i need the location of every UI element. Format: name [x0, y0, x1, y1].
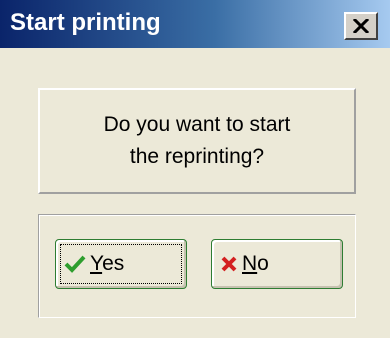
message-line-2: the reprinting? — [129, 145, 265, 168]
button-panel: Yes No — [38, 214, 356, 318]
close-icon — [353, 19, 369, 33]
red-x-icon — [220, 255, 238, 273]
title-bar[interactable]: Start printing — [0, 0, 390, 48]
no-button-label: No — [242, 252, 269, 275]
message-line-1: Do you want to start — [103, 113, 291, 136]
window-title: Start printing — [10, 9, 161, 36]
start-printing-dialog: Start printing Do you want to start the … — [0, 0, 390, 338]
yes-button[interactable]: Yes — [55, 239, 187, 289]
checkmark-icon — [64, 255, 86, 273]
yes-button-label: Yes — [90, 252, 125, 275]
close-button[interactable] — [344, 12, 378, 40]
message-text: Do you want to start the reprinting? — [82, 109, 312, 173]
no-button[interactable]: No — [211, 239, 343, 289]
message-panel: Do you want to start the reprinting? — [38, 88, 356, 194]
